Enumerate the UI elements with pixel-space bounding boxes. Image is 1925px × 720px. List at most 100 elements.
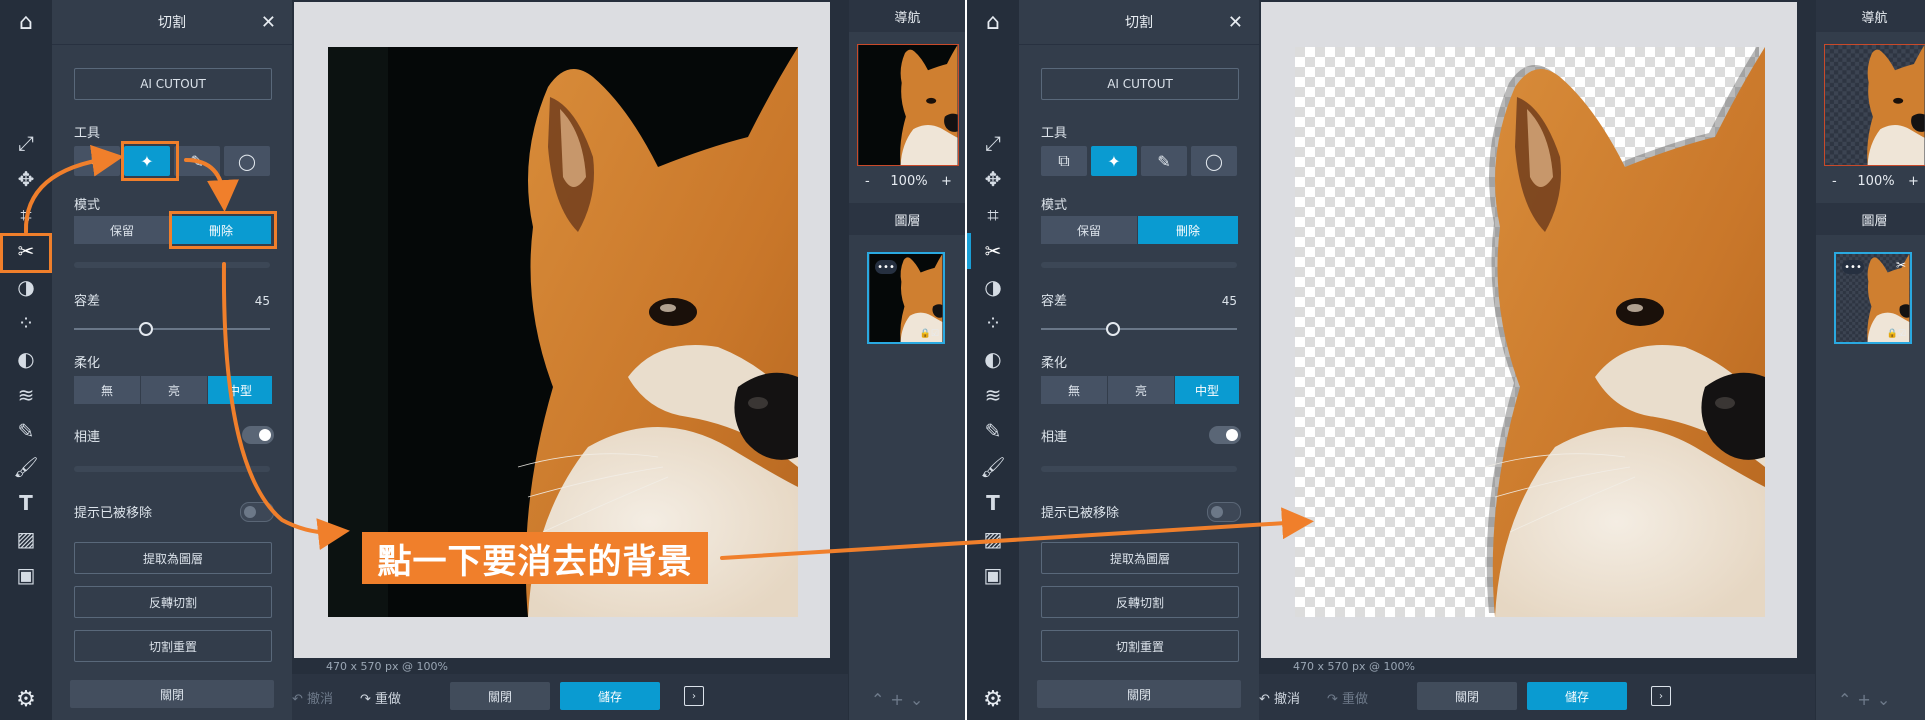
show-removed-toggle[interactable] xyxy=(240,502,274,522)
dropper-icon[interactable]: ✎ xyxy=(975,416,1011,446)
home-icon[interactable]: ⌂ xyxy=(0,0,52,44)
image-icon[interactable]: ▣ xyxy=(975,560,1011,590)
tool-rail: ⌂ ⤢ ✥ ⌗ ✂ ◑ ⁘ ◐ ≋ ✎ 🖌 T ▨ ▣ ⚙ xyxy=(967,0,1020,720)
brush-cut-tool-button[interactable]: ✎ xyxy=(174,146,220,176)
shape-cut-tool-button[interactable]: ⧉ xyxy=(1041,146,1087,176)
close-icon[interactable]: ✕ xyxy=(1228,12,1243,33)
move-icon[interactable]: ✥ xyxy=(975,164,1011,194)
save-button[interactable]: 儲存 xyxy=(560,682,660,710)
adjust-icon[interactable]: ◑ xyxy=(975,272,1011,302)
panel-header: 切割 ✕ xyxy=(1019,0,1259,45)
redo-button[interactable]: ↷ 重做 xyxy=(1327,688,1368,707)
home-icon[interactable]: ⌂ xyxy=(967,0,1019,44)
layer-actions[interactable]: ⌃+⌄ xyxy=(871,690,929,709)
navigator-thumbnail[interactable] xyxy=(1824,44,1925,166)
panel-toggle-icon[interactable]: › xyxy=(1651,686,1671,706)
tolerance-label: 容差 xyxy=(1041,294,1068,309)
extract-layer-button[interactable]: 提取為圖層 xyxy=(1041,542,1239,574)
reset-cut-button[interactable]: 切割重置 xyxy=(74,630,272,662)
show-removed-toggle[interactable] xyxy=(1207,502,1241,522)
invert-cut-button[interactable]: 反轉切割 xyxy=(74,586,272,618)
texture-icon[interactable]: ▨ xyxy=(8,524,44,554)
annotation-callout: 點一下要消去的背景 xyxy=(362,532,708,584)
invert-cut-button[interactable]: 反轉切割 xyxy=(1041,586,1239,618)
layer-menu-icon[interactable]: ••• xyxy=(1842,260,1864,274)
mode-delete-button[interactable]: 刪除 xyxy=(1138,216,1239,244)
layer-lock-icon[interactable]: 🔒☑ xyxy=(1887,329,1906,339)
mode-keep-button[interactable]: 保留 xyxy=(74,216,171,244)
layer-menu-icon[interactable]: ••• xyxy=(875,260,897,274)
zoom-out-button[interactable]: - xyxy=(1832,174,1837,189)
dog-photo-cutout[interactable] xyxy=(1295,47,1765,617)
crop-icon[interactable]: ⌗ xyxy=(8,200,44,230)
undo-button[interactable]: ↶ 撤消 xyxy=(1259,688,1300,707)
zoom-in-button[interactable]: + xyxy=(1908,174,1919,189)
close-button[interactable]: 關閉 xyxy=(450,682,550,710)
navigator-thumbnail[interactable] xyxy=(857,44,959,166)
vignette-icon[interactable]: ◐ xyxy=(975,344,1011,374)
zoom-in-button[interactable]: + xyxy=(941,174,952,189)
feather-none-button[interactable]: 無 xyxy=(1041,376,1108,404)
transform-icon[interactable]: ⤢ xyxy=(975,128,1011,158)
tolerance-value: 45 xyxy=(254,294,270,308)
panel-close-button[interactable]: 關閉 xyxy=(70,680,274,708)
gear-icon[interactable]: ⚙ xyxy=(975,684,1011,714)
lasso-tool-button[interactable]: ◯ xyxy=(224,146,270,176)
vignette-icon[interactable]: ◐ xyxy=(8,344,44,374)
filter-icon[interactable]: ⁘ xyxy=(8,308,44,338)
wave-icon[interactable]: ≋ xyxy=(8,380,44,410)
magic-wand-tool-button[interactable]: ✦ xyxy=(1091,146,1137,176)
shape-cut-tool-button[interactable]: ⧉ xyxy=(74,146,120,176)
tolerance-slider[interactable] xyxy=(74,328,270,330)
reset-cut-button[interactable]: 切割重置 xyxy=(1041,630,1239,662)
ai-cutout-button[interactable]: AI CUTOUT xyxy=(74,68,272,100)
mode-keep-button[interactable]: 保留 xyxy=(1041,216,1138,244)
feather-medium-button[interactable]: 中型 xyxy=(208,376,273,404)
tolerance-slider-knob[interactable] xyxy=(139,322,153,336)
filter-icon[interactable]: ⁘ xyxy=(975,308,1011,338)
brush-icon[interactable]: 🖌 xyxy=(975,452,1011,482)
feather-medium-button[interactable]: 中型 xyxy=(1175,376,1240,404)
transform-icon[interactable]: ⤢ xyxy=(8,128,44,158)
gear-icon[interactable]: ⚙ xyxy=(8,684,44,714)
panel-close-button[interactable]: 關閉 xyxy=(1037,680,1241,708)
layer-actions[interactable]: ⌃+⌄ xyxy=(1838,690,1896,709)
move-icon[interactable]: ✥ xyxy=(8,164,44,194)
layer-thumbnail[interactable]: ••• 🔒☑ ✂ xyxy=(1834,252,1912,344)
redo-button[interactable]: ↷ 重做 xyxy=(360,688,401,707)
close-button[interactable]: 關閉 xyxy=(1417,682,1517,710)
layer-thumbnail[interactable]: ••• 🔒☑ xyxy=(867,252,945,344)
brush-icon[interactable]: 🖌 xyxy=(8,452,44,482)
highlight-scissors xyxy=(0,233,52,273)
text-icon[interactable]: T xyxy=(8,488,44,518)
crop-icon[interactable]: ⌗ xyxy=(975,200,1011,230)
save-button[interactable]: 儲存 xyxy=(1527,682,1627,710)
highlight-magic-wand xyxy=(121,141,179,181)
feather-light-button[interactable]: 亮 xyxy=(1108,376,1175,404)
ai-cutout-button[interactable]: AI CUTOUT xyxy=(1041,68,1239,100)
screenshot-before: ⌂ ⤢ ✥ ⌗ ✂ ◑ ⁘ ◐ ≋ ✎ 🖌 T ▨ ▣ ⚙ 切割 ✕ AI CU… xyxy=(0,0,965,720)
scissors-icon[interactable]: ✂ xyxy=(975,236,1011,266)
text-icon[interactable]: T xyxy=(975,488,1011,518)
extract-layer-button[interactable]: 提取為圖層 xyxy=(74,542,272,574)
wave-icon[interactable]: ≋ xyxy=(975,380,1011,410)
texture-icon[interactable]: ▨ xyxy=(975,524,1011,554)
feather-light-button[interactable]: 亮 xyxy=(141,376,208,404)
layers-title: 圖層 xyxy=(1816,203,1925,235)
image-icon[interactable]: ▣ xyxy=(8,560,44,590)
lasso-tool-button[interactable]: ◯ xyxy=(1191,146,1237,176)
feather-none-button[interactable]: 無 xyxy=(74,376,141,404)
brush-cut-tool-button[interactable]: ✎ xyxy=(1141,146,1187,176)
undo-button[interactable]: ↶ 撤消 xyxy=(292,688,333,707)
layer-lock-icon[interactable]: 🔒☑ xyxy=(920,329,939,339)
zoom-out-button[interactable]: - xyxy=(865,174,870,189)
contiguous-toggle[interactable] xyxy=(242,426,274,444)
adjust-icon[interactable]: ◑ xyxy=(8,272,44,302)
panel-toggle-icon[interactable]: › xyxy=(684,686,704,706)
contiguous-toggle[interactable] xyxy=(1209,426,1241,444)
tolerance-slider-knob[interactable] xyxy=(1106,322,1120,336)
tolerance-slider[interactable] xyxy=(1041,328,1237,330)
close-icon[interactable]: ✕ xyxy=(261,12,276,33)
layers-title: 圖層 xyxy=(849,203,965,235)
dropper-icon[interactable]: ✎ xyxy=(8,416,44,446)
